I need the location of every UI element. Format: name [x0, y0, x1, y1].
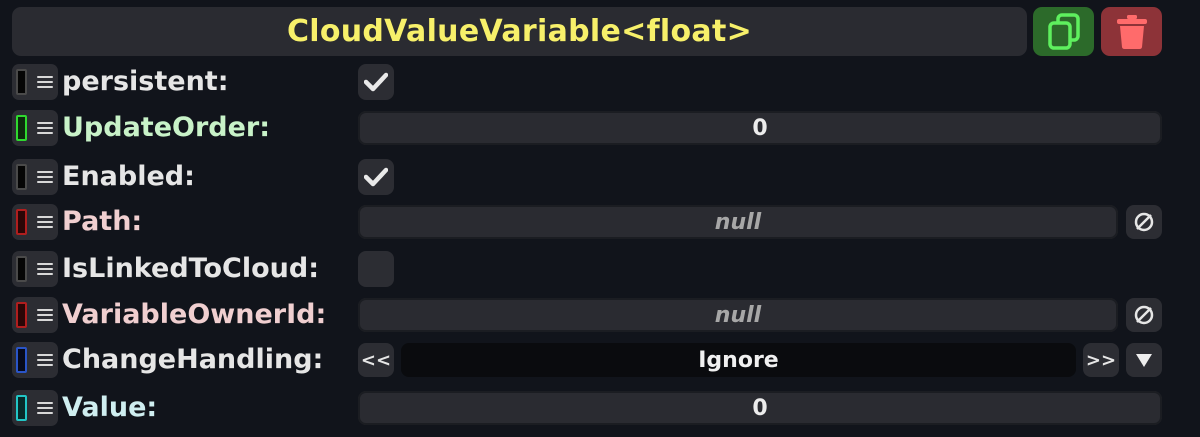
- grip-icon: [37, 399, 53, 417]
- field-label: Path:: [62, 206, 143, 237]
- drag-handle[interactable]: [12, 110, 58, 146]
- type-color-swatch: [16, 69, 27, 95]
- field-label: UpdateOrder:: [62, 112, 271, 143]
- checkbox[interactable]: [358, 251, 394, 287]
- delete-component-button[interactable]: [1101, 7, 1162, 56]
- type-color-swatch: [16, 347, 27, 373]
- duplicate-component-button[interactable]: [1033, 7, 1094, 56]
- type-color-swatch: [16, 395, 27, 421]
- type-color-swatch: [16, 256, 27, 282]
- type-color-swatch: [16, 302, 27, 328]
- field-label: VariableOwnerId:: [62, 299, 327, 330]
- number-field[interactable]: 0: [358, 391, 1162, 425]
- field-row: IsLinkedToCloud:: [0, 249, 1200, 289]
- copy-icon: [1047, 12, 1080, 50]
- null-icon: [1133, 211, 1155, 233]
- checkbox[interactable]: [358, 159, 394, 195]
- field-row: Value: 0: [0, 388, 1200, 428]
- dropdown-arrow-icon: [1135, 352, 1153, 368]
- type-color-swatch: [16, 164, 27, 190]
- enum-prev-button[interactable]: <<: [358, 343, 394, 377]
- enum-value-field[interactable]: Ignore: [401, 343, 1076, 377]
- null-icon: [1133, 304, 1155, 326]
- field-label: ChangeHandling:: [62, 344, 324, 375]
- field-label: Value:: [62, 392, 158, 423]
- check-icon: [364, 72, 388, 92]
- number-field[interactable]: 0: [358, 111, 1162, 145]
- set-null-button[interactable]: [1126, 205, 1162, 239]
- trash-icon: [1116, 14, 1147, 49]
- reference-field[interactable]: null: [358, 298, 1118, 332]
- enum-next-button[interactable]: >>: [1083, 343, 1119, 377]
- drag-handle[interactable]: [12, 342, 58, 378]
- field-label: Enabled:: [62, 161, 195, 192]
- field-row: Enabled:: [0, 157, 1200, 197]
- field-label: persistent:: [62, 66, 229, 97]
- field-label: IsLinkedToCloud:: [62, 253, 320, 284]
- grip-icon: [37, 351, 53, 369]
- grip-icon: [37, 73, 53, 91]
- drag-handle[interactable]: [12, 204, 58, 240]
- enum-dropdown-button[interactable]: [1126, 343, 1162, 377]
- type-color-swatch: [16, 209, 27, 235]
- field-row: VariableOwnerId: null: [0, 295, 1200, 335]
- grip-icon: [37, 168, 53, 186]
- component-header: CloudValueVariable<float>: [12, 7, 1027, 56]
- set-null-button[interactable]: [1126, 298, 1162, 332]
- reference-field[interactable]: null: [358, 205, 1118, 239]
- field-row: UpdateOrder: 0: [0, 108, 1200, 148]
- grip-icon: [37, 306, 53, 324]
- grip-icon: [37, 260, 53, 278]
- check-icon: [364, 167, 388, 187]
- field-row: ChangeHandling: << Ignore >>: [0, 340, 1200, 380]
- drag-handle[interactable]: [12, 251, 58, 287]
- component-title: CloudValueVariable<float>: [286, 14, 753, 49]
- drag-handle[interactable]: [12, 64, 58, 100]
- grip-icon: [37, 213, 53, 231]
- drag-handle[interactable]: [12, 297, 58, 333]
- drag-handle[interactable]: [12, 159, 58, 195]
- field-row: persistent:: [0, 62, 1200, 102]
- field-row: Path: null: [0, 202, 1200, 242]
- checkbox[interactable]: [358, 64, 394, 100]
- type-color-swatch: [16, 115, 27, 141]
- drag-handle[interactable]: [12, 390, 58, 426]
- grip-icon: [37, 119, 53, 137]
